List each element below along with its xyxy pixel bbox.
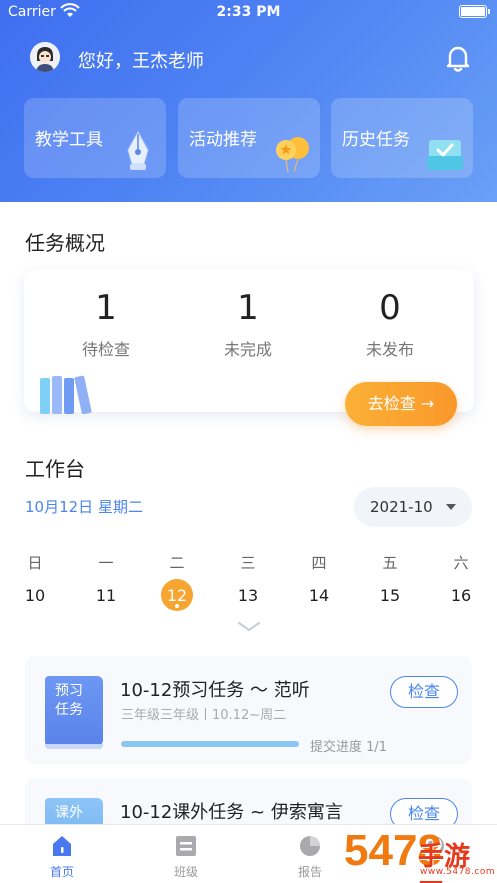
calendar-day[interactable]: 15: [370, 586, 410, 605]
pen-nib-icon: [127, 130, 149, 170]
cover-text: 课外: [55, 805, 83, 821]
tab-class[interactable]: 班级: [156, 833, 216, 880]
tab-home[interactable]: 首页: [32, 833, 92, 880]
quick-action-teaching-tools[interactable]: 教学工具: [24, 98, 166, 178]
battery-icon: [459, 5, 490, 18]
calendar-day[interactable]: 11: [86, 586, 126, 605]
stat-value: 0: [379, 288, 401, 328]
quick-action-history[interactable]: 历史任务: [331, 98, 473, 178]
caret-down-icon: [446, 504, 456, 510]
task-marker-dot: [175, 604, 179, 608]
calendar-day[interactable]: 14: [299, 586, 339, 605]
avatar[interactable]: [30, 42, 60, 72]
go-check-button[interactable]: 去检查 →: [345, 382, 457, 426]
calendar-day-selected[interactable]: 12: [157, 586, 197, 605]
calendar-day[interactable]: 10: [15, 586, 55, 605]
check-button[interactable]: 检查: [390, 676, 458, 708]
progress-bar: [121, 741, 299, 747]
stat-unpublished[interactable]: 0 未发布: [320, 288, 460, 360]
tab-label: 首页: [49, 865, 74, 879]
stat-label: 未完成: [223, 340, 272, 359]
weekday-label: 五: [382, 554, 398, 572]
clock: 2:33 PM: [216, 4, 281, 20]
chevron-down-icon[interactable]: [236, 620, 262, 634]
workbench-title: 工作台: [25, 457, 85, 481]
stat-pending-check[interactable]: 1 待检查: [36, 288, 176, 360]
task-title: 10-12课外任务 ~ 伊索寓言: [120, 802, 343, 823]
class-icon: [176, 836, 196, 856]
stat-incomplete[interactable]: 1 未完成: [178, 288, 318, 360]
weekday-label: 三: [240, 554, 256, 572]
quick-action-label: 教学工具: [35, 130, 103, 150]
stat-label: 未发布: [365, 340, 414, 359]
month-select[interactable]: 2021-10: [354, 487, 472, 527]
month-value: 2021-10: [370, 498, 433, 516]
weekday-label: 一: [98, 554, 114, 572]
selected-date-label: 10月12日 星期二: [25, 498, 143, 516]
stat-value: 1: [95, 288, 117, 328]
task-cover: 预习 任务: [45, 676, 103, 749]
pie-chart-icon: [300, 836, 320, 856]
cover-text: 预习: [55, 683, 83, 699]
tab-label: 班级: [173, 865, 198, 879]
stat-label: 待检查: [81, 340, 130, 359]
weekday-label: 二: [169, 554, 185, 572]
teacher-avatar-icon: [30, 42, 60, 72]
quick-action-label: 历史任务: [342, 130, 410, 150]
watermark-logo: 5478 手游网 www.5478.com: [344, 824, 496, 883]
tab-report[interactable]: 报告: [280, 833, 340, 880]
stat-value: 1: [237, 288, 259, 328]
archive-box-icon: [427, 140, 463, 170]
progress-text: 提交进度 1/1: [310, 740, 388, 755]
weekday-label: 日: [27, 554, 43, 572]
greeting-text: 您好，王杰老师: [78, 51, 204, 72]
task-card[interactable]: 预习 任务 10-12预习任务 ～ 范听 三年级三年级丨10.12~周二 提交进…: [25, 656, 472, 764]
bell-icon[interactable]: [444, 43, 472, 73]
watermark-url: www.5478.com: [420, 867, 496, 877]
cover-text: 任务: [55, 702, 83, 718]
task-subtitle: 三年级三年级丨10.12~周二: [121, 708, 287, 723]
quick-action-label: 活动推荐: [189, 130, 257, 150]
balloon-icon: [276, 137, 309, 173]
calendar-day[interactable]: 13: [228, 586, 268, 605]
tab-label: 报告: [297, 865, 322, 879]
quick-action-activities[interactable]: 活动推荐: [178, 98, 320, 178]
status-bar: Carrier 2:33 PM: [0, 0, 497, 26]
books-icon: [40, 375, 92, 414]
home-icon: [53, 836, 71, 856]
calendar-day[interactable]: 16: [441, 586, 481, 605]
weekday-label: 四: [311, 554, 327, 572]
header: Carrier 2:33 PM 您好，王杰老师 教学工具 活动推荐 历史任务: [0, 0, 497, 202]
overview-title: 任务概况: [25, 231, 105, 255]
task-title: 10-12预习任务 ～ 范听: [120, 680, 310, 701]
weekday-label: 六: [453, 554, 469, 572]
